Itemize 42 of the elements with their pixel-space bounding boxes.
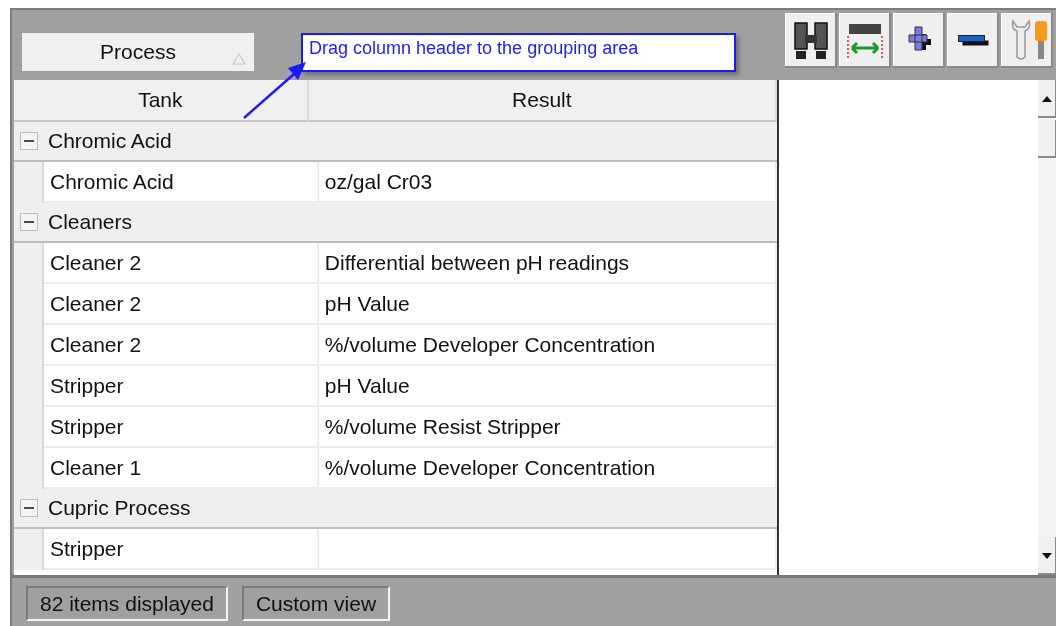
status-pane: Custom view (241, 586, 391, 621)
scrollbar-thumb[interactable] (1038, 120, 1056, 158)
table-cell: Cleaner 2 (44, 284, 319, 325)
group-label: Process (100, 40, 176, 64)
row-indent (14, 162, 44, 203)
table-cell: Stripper (44, 529, 319, 570)
collapse-icon[interactable] (20, 213, 38, 231)
group-label: Cleaners (48, 210, 133, 234)
status-pane: 82 items displayed (26, 586, 228, 621)
scroll-down-button[interactable] (1038, 537, 1056, 575)
scroll-up-button[interactable] (1038, 80, 1056, 118)
group-label: Cupric Process (48, 496, 191, 520)
sort-icon (232, 53, 246, 65)
table-cell: pH Value (318, 284, 777, 325)
remove-button[interactable] (947, 13, 999, 68)
table-cell: Cleaner 2 (44, 243, 319, 284)
fit-width-button[interactable] (839, 13, 891, 68)
collapse-icon[interactable] (20, 499, 38, 517)
table-cell: Cleaner 2 (44, 325, 319, 366)
group-by-chip[interactable]: Process (22, 33, 254, 71)
column-header[interactable]: Tank (14, 80, 309, 122)
find-button[interactable] (785, 13, 837, 68)
row-indent (14, 243, 44, 284)
up-arrow-icon (1042, 96, 1052, 102)
column-header[interactable]: Result (308, 80, 777, 122)
table-cell: %/volume Resist Stripper (318, 407, 777, 448)
table-cell: Stripper (44, 366, 319, 407)
table-cell: pH Value (318, 366, 777, 407)
group-row[interactable]: Cupric Process (14, 489, 777, 529)
add-button[interactable] (893, 13, 945, 68)
binoculars-icon (792, 20, 830, 61)
table-cell: Differential between pH readings (318, 243, 777, 284)
row-indent (14, 529, 44, 570)
table-cell: %/volume Developer Concentration (318, 325, 777, 366)
table-cell: Stripper (44, 407, 319, 448)
group-label: Chromic Acid (48, 129, 172, 153)
hint-tooltip: Drag column header to the grouping area (301, 33, 736, 72)
group-row[interactable]: Chromic Acid (14, 122, 777, 162)
group-row[interactable]: Cleaners (14, 203, 777, 243)
down-arrow-icon (1042, 553, 1052, 559)
collapse-icon[interactable] (20, 132, 38, 150)
minus-icon (957, 35, 989, 46)
